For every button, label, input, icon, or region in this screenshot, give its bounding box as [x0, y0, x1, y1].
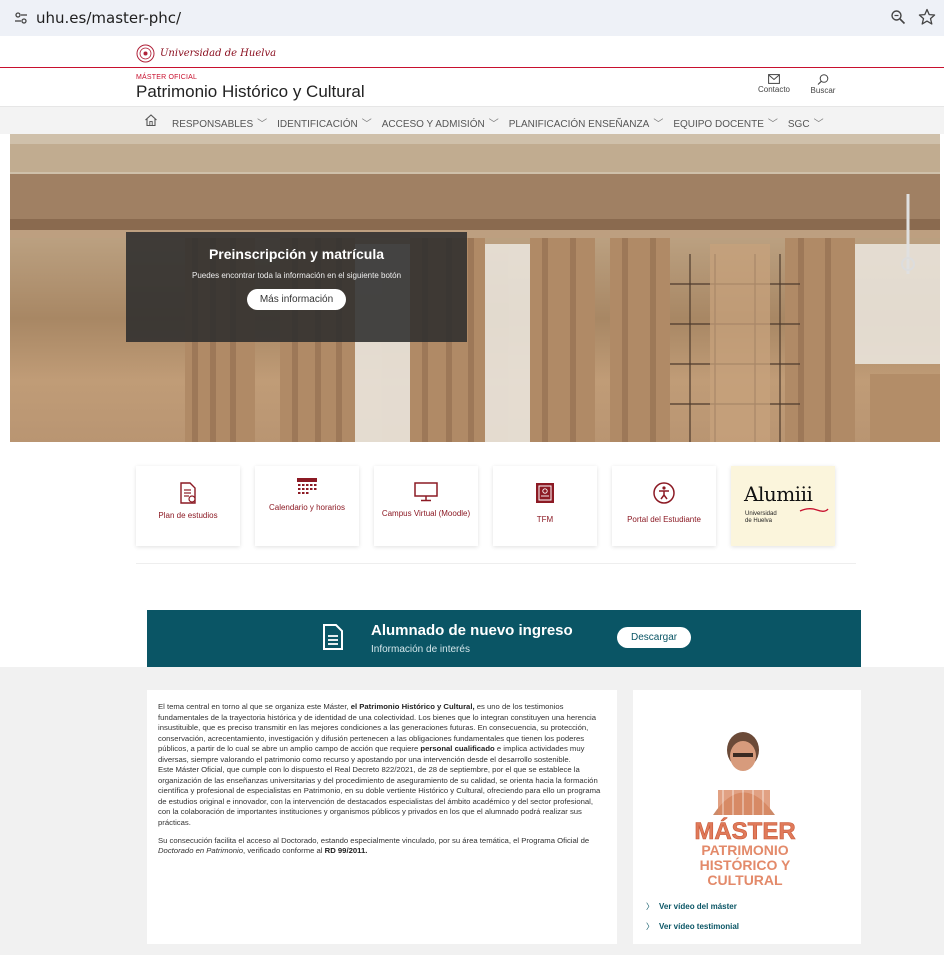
nav-item-label: IDENTIFICACIÓN [277, 119, 358, 130]
alumni-logo: Alumiii [744, 482, 813, 506]
quick-link-label: Campus Virtual (Moodle) [381, 509, 471, 518]
doctorate-link[interactable]: Doctorado en Patrimonio [158, 846, 243, 855]
poster-line: PATRIMONIO [701, 842, 788, 858]
main-nav: RESPONSABLES ﹀ IDENTIFICACIÓN ﹀ ACCESO Y A… [0, 106, 944, 134]
intro-text-card: El tema central en torno al que se organ… [147, 690, 617, 944]
quick-link-portal[interactable]: Portal del Estudiante [612, 466, 716, 546]
search-icon [817, 74, 829, 85]
master-poster[interactable]: MÁSTER PATRIMONIO HISTÓRICO Y CULTURAL [683, 720, 813, 890]
nav-item-label: ACCESO Y ADMISIÓN [381, 119, 485, 130]
nav-item-identificacion[interactable]: IDENTIFICACIÓN ﹀ [277, 115, 372, 130]
intro-paragraph-1: El tema central en torno al que se organ… [158, 702, 606, 765]
more-info-button[interactable]: Más información [246, 289, 347, 310]
search-label: Buscar [810, 86, 836, 95]
site-settings-icon[interactable] [14, 11, 28, 25]
thesis-book-icon [536, 483, 554, 503]
chevron-right-icon: 〉 [646, 902, 654, 911]
page-title[interactable]: Patrimonio Histórico y Cultural [136, 82, 365, 102]
watch-master-video-link[interactable]: 〉 Ver vídeo del máster [646, 901, 737, 912]
quick-link-label: Plan de estudios [158, 511, 218, 520]
video-link-label: Ver vídeo testimonial [659, 922, 740, 931]
alumni-subtitle-line: de Huelva [745, 518, 773, 524]
university-logo[interactable]: Universidad de Huelva [136, 44, 276, 63]
university-seal-icon [136, 44, 155, 63]
contact-label: Contacto [757, 85, 791, 94]
banner-subtitle: Información de interés [371, 644, 470, 655]
alumni-subtitle: Universidad de Huelva [745, 511, 777, 525]
intro-paragraph-2: Este Máster Oficial, que cumple con lo d… [158, 765, 601, 828]
bookmark-star-icon[interactable] [918, 8, 936, 26]
divider [136, 563, 856, 564]
chevron-right-icon: 〉 [646, 922, 654, 931]
quick-link-campus[interactable]: Campus Virtual (Moodle) [374, 466, 478, 546]
nav-item-label: RESPONSABLES [172, 119, 254, 130]
chevron-down-icon: ﹀ [813, 119, 824, 130]
hero-image: Preinscripción y matrícula Puedes encont… [10, 134, 940, 442]
enrollment-promo: Preinscripción y matrícula Puedes encont… [126, 232, 467, 342]
quick-link-label: Calendario y horarios [268, 503, 346, 512]
intro-text: Su consecución facilita el acceso al Doc… [158, 835, 590, 845]
intro-bold-text: RD 99/2011. [324, 846, 368, 856]
chevron-down-icon: ﹀ [767, 119, 778, 130]
chevron-down-icon: ﹀ [488, 119, 499, 130]
nav-item-label: PLANIFICACIÓN ENSEÑANZA [508, 119, 650, 130]
calendar-icon [297, 478, 317, 494]
video-card: MÁSTER PATRIMONIO HISTÓRICO Y CULTURAL 〉… [633, 690, 861, 944]
home-icon[interactable] [144, 113, 158, 127]
watch-testimonial-video-link[interactable]: 〉 Ver vídeo testimonial [646, 921, 739, 932]
chevron-down-icon: ﹀ [361, 119, 372, 130]
poster-line: MÁSTER [694, 817, 795, 845]
promo-title: Preinscripción y matrícula [208, 246, 385, 262]
promo-text: Puedes encontrar toda la información en … [191, 271, 402, 280]
nav-item-acceso[interactable]: ACCESO Y ADMISIÓN ﹀ [382, 115, 499, 130]
nav-item-sgc[interactable]: SGC ﹀ [788, 115, 824, 130]
poster-line: CULTURAL [707, 872, 783, 888]
document-list-icon [180, 482, 196, 504]
quick-link-plan[interactable]: Plan de estudios [136, 466, 240, 546]
intro-text: , verificado conforme al [243, 846, 325, 856]
quick-link-tfm[interactable]: TFM [493, 466, 597, 546]
document-icon [323, 624, 343, 650]
browser-toolbar: uhu.es/master-phc/ [0, 0, 944, 36]
master-kicker: MÁSTER OFICIAL [136, 74, 198, 81]
video-link-label: Ver vídeo del máster [659, 902, 737, 911]
intro-text: El tema central en torno al que se organ… [158, 702, 351, 711]
intro-paragraph-3: Su consecución facilita el acceso al Doc… [158, 836, 606, 857]
university-name: Universidad de Huelva [160, 48, 277, 59]
poster-line: HISTÓRICO Y [700, 856, 791, 873]
zoom-icon[interactable] [890, 9, 906, 25]
chevron-down-icon: ﹀ [653, 119, 664, 130]
search-button[interactable]: Buscar [801, 74, 845, 95]
intro-bold-text: personal cualificado [420, 744, 495, 754]
alumni-subtitle-line: Universidad [745, 511, 777, 517]
university-bar: Universidad de Huelva [0, 36, 944, 68]
quick-link-label: TFM [536, 515, 554, 524]
address-bar[interactable]: uhu.es/master-phc/ [36, 9, 181, 27]
banner-title: Alumnado de nuevo ingreso [371, 622, 573, 639]
quick-link-label: Portal del Estudiante [627, 515, 701, 524]
download-button[interactable]: Descargar [617, 627, 692, 648]
quick-link-alumni[interactable]: Alumiii Universidad de Huelva [731, 466, 835, 546]
intro-bold-text: el Patrimonio Histórico y Cultural, [350, 702, 475, 711]
quick-link-calendar[interactable]: Calendario y horarios [255, 466, 359, 546]
mail-icon [768, 74, 780, 84]
accessibility-person-icon [653, 482, 675, 504]
nav-item-planificacion[interactable]: PLANIFICACIÓN ENSEÑANZA ﹀ [509, 115, 664, 130]
new-students-banner: Alumnado de nuevo ingreso Información de… [147, 610, 861, 667]
chevron-down-icon: ﹀ [257, 119, 268, 130]
nav-item-equipo-docente[interactable]: EQUIPO DOCENTE ﹀ [673, 115, 778, 130]
alumni-swoosh-icon [799, 508, 829, 512]
nav-item-label: EQUIPO DOCENTE [673, 119, 764, 130]
contact-button[interactable]: Contacto [752, 74, 796, 94]
nav-item-responsables[interactable]: RESPONSABLES ﹀ [172, 115, 267, 130]
monitor-icon [414, 482, 438, 502]
nav-item-label: SGC [787, 119, 810, 130]
